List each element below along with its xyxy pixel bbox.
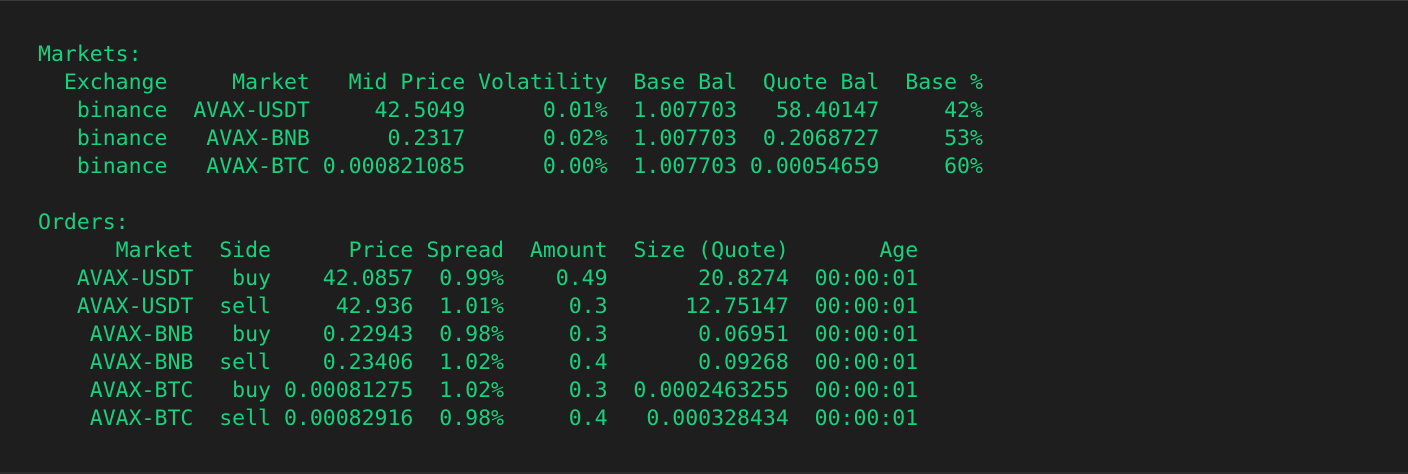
orders-row-avax-btc-buy: AVAX-BTC buy 0.00081275 1.02% 0.3 0.0002…: [38, 378, 919, 403]
orders-row-avax-usdt-buy: AVAX-USDT buy 42.0857 0.99% 0.49 20.8274…: [38, 266, 919, 291]
terminal-window[interactable]: Markets: Exchange Market Mid Price Volat…: [0, 0, 1408, 474]
markets-header-row: Exchange Market Mid Price Volatility Bas…: [38, 70, 983, 95]
orders-row-avax-usdt-sell: AVAX-USDT sell 42.936 1.01% 0.3 12.75147…: [38, 294, 919, 319]
orders-row-avax-btc-sell: AVAX-BTC sell 0.00082916 0.98% 0.4 0.000…: [38, 406, 919, 431]
markets-heading: Markets:: [38, 42, 142, 67]
orders-row-avax-bnb-sell: AVAX-BNB sell 0.23406 1.02% 0.4 0.09268 …: [38, 350, 919, 375]
markets-row-avax-btc: binance AVAX-BTC 0.000821085 0.00% 1.007…: [38, 154, 983, 179]
markets-row-avax-usdt: binance AVAX-USDT 42.5049 0.01% 1.007703…: [38, 98, 983, 123]
orders-row-avax-bnb-buy: AVAX-BNB buy 0.22943 0.98% 0.3 0.06951 0…: [38, 322, 919, 347]
markets-row-avax-bnb: binance AVAX-BNB 0.2317 0.02% 1.007703 0…: [38, 126, 983, 151]
orders-heading: Orders:: [38, 210, 129, 235]
orders-header-row: Market Side Price Spread Amount Size (Qu…: [38, 238, 919, 263]
